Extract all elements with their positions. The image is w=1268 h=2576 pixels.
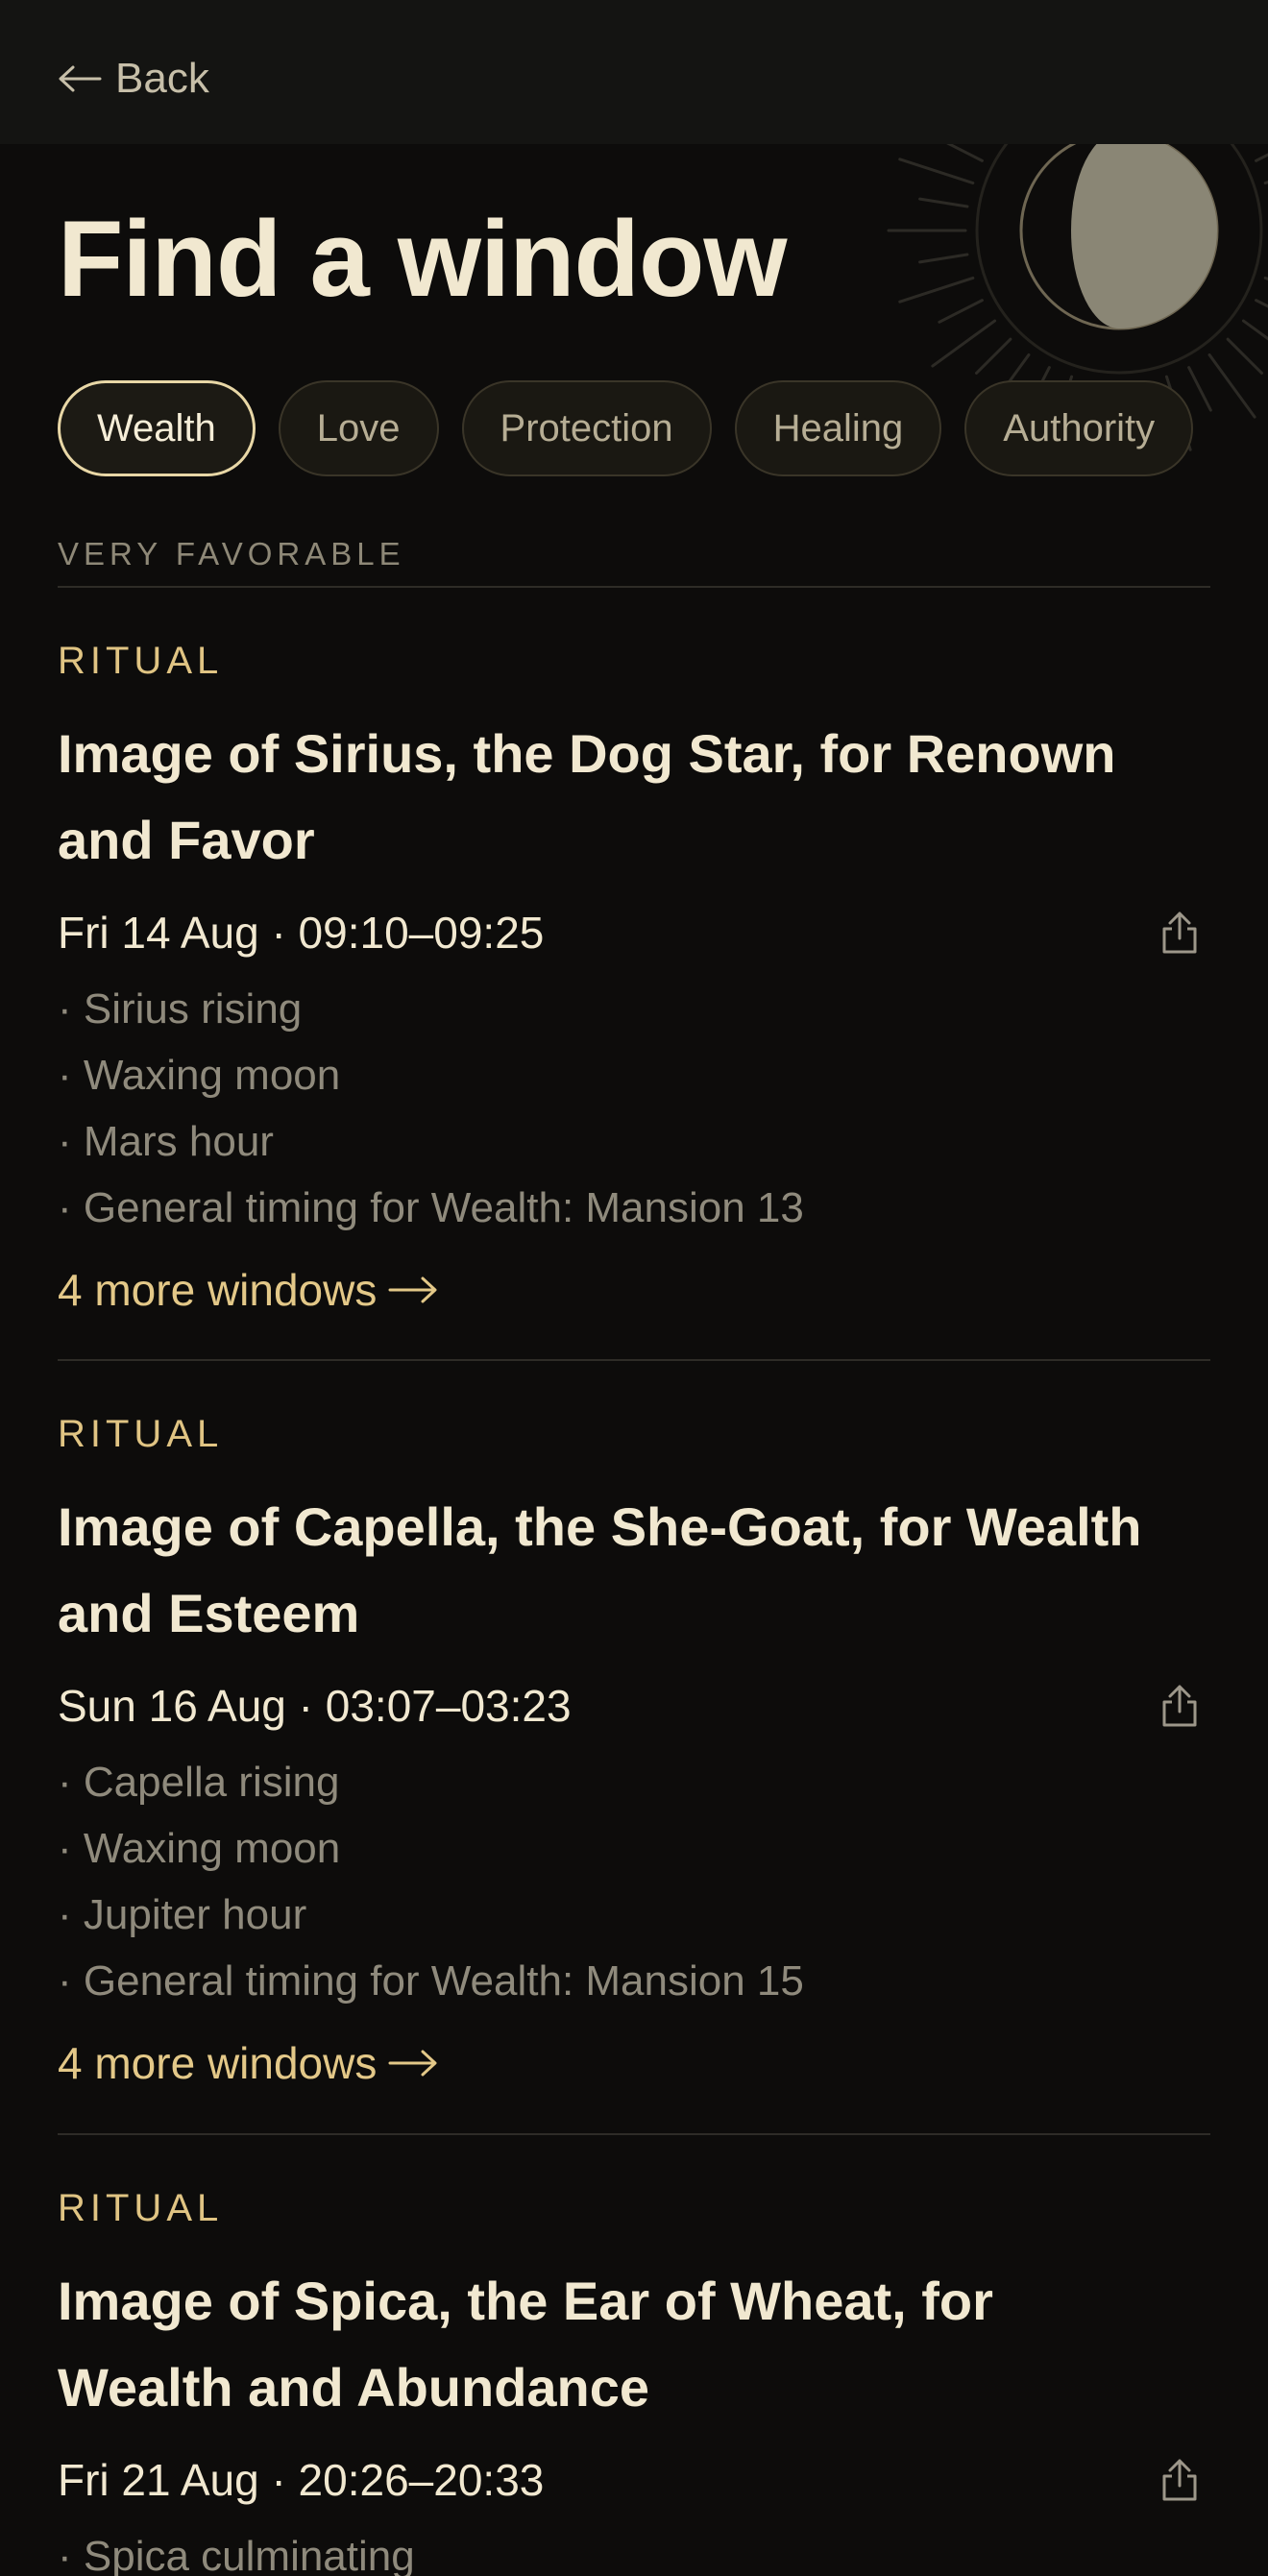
ritual-kind-label: RITUAL (58, 640, 224, 682)
arrow-right-icon (388, 1276, 437, 1303)
reason-item: · Waxing moon (58, 1825, 341, 1872)
reason-item: · Spica culminating (58, 2533, 415, 2576)
ritual-reasons: · Sirius rising · Waxing moon · Mars hou… (58, 976, 1210, 1241)
ritual-time-row: Sun 16 Aug · 03:07–03:23 (58, 1666, 1210, 1745)
reason-item: · Waxing moon (58, 1052, 341, 1099)
divider (58, 586, 1210, 588)
filter-chip-wealth[interactable]: Wealth (58, 380, 256, 476)
ritual-time-row: Fri 14 Aug · 09:10–09:25 (58, 893, 1210, 972)
reason-item: · Mars hour (58, 1118, 274, 1165)
reason-item: · General timing for Wealth: Mansion 15 (58, 1957, 804, 2005)
reason-item: · Jupiter hour (58, 1891, 307, 1938)
filter-chip-protection[interactable]: Protection (461, 380, 712, 476)
divider (58, 1359, 1210, 1361)
divider (58, 2133, 1210, 2135)
ritual-reasons: · Spica culminating (58, 2523, 1210, 2576)
page-title: Find a window (58, 199, 787, 319)
ritual-time: Fri 14 Aug · 09:10–09:25 (58, 908, 545, 958)
top-bar: Back (0, 0, 1268, 144)
back-label: Back (115, 55, 209, 102)
ritual-kind-label: RITUAL (58, 2187, 224, 2229)
share-icon[interactable] (1155, 1681, 1205, 1731)
reason-item: · General timing for Wealth: Mansion 13 (58, 1184, 804, 1231)
back-button[interactable]: Back (58, 50, 209, 108)
filter-chip-authority[interactable]: Authority (964, 380, 1194, 476)
ritual-card: RITUAL Image of Capella, the She-Goat, f… (58, 1405, 1210, 2097)
ritual-title: Image of Sirius, the Dog Star, for Renow… (58, 723, 1116, 870)
ritual-card: RITUAL Image of Spica, the Ear of Wheat,… (58, 2179, 1210, 2576)
ritual-reasons: · Capella rising · Waxing moon · Jupiter… (58, 1749, 1210, 2014)
more-windows-link[interactable]: 4 more windows (58, 1256, 438, 1324)
share-icon[interactable] (1155, 908, 1205, 958)
ritual-time-row: Fri 21 Aug · 20:26–20:33 (58, 2441, 1210, 2519)
find-window-screen: Back Find a window Wealth Love Protectio… (0, 0, 1268, 2576)
ritual-title: Image of Spica, the Ear of Wheat, for We… (58, 2271, 993, 2418)
reason-item: · Capella rising (58, 1759, 340, 1806)
reason-item: · Sirius rising (58, 985, 303, 1033)
filter-chip-healing[interactable]: Healing (734, 380, 942, 476)
arrow-left-icon (59, 65, 102, 92)
ritual-card: RITUAL Image of Sirius, the Dog Star, fo… (58, 632, 1210, 1324)
ritual-title: Image of Capella, the She-Goat, for Weal… (58, 1496, 1142, 1643)
filter-chips: Wealth Love Protection Healing Authority (58, 380, 1194, 476)
more-windows-label: 4 more windows (58, 2038, 378, 2088)
ritual-time: Fri 21 Aug · 20:26–20:33 (58, 2455, 545, 2505)
sun-moon-icon (887, 144, 1268, 463)
share-icon[interactable] (1155, 2455, 1205, 2505)
section-label: VERY FAVORABLE (58, 536, 405, 571)
ritual-time: Sun 16 Aug · 03:07–03:23 (58, 1681, 572, 1731)
filter-chip-love[interactable]: Love (278, 380, 439, 476)
ritual-kind-label: RITUAL (58, 1413, 224, 1455)
more-windows-label: 4 more windows (58, 1265, 378, 1315)
arrow-right-icon (388, 2050, 437, 2077)
more-windows-link[interactable]: 4 more windows (58, 2029, 438, 2097)
